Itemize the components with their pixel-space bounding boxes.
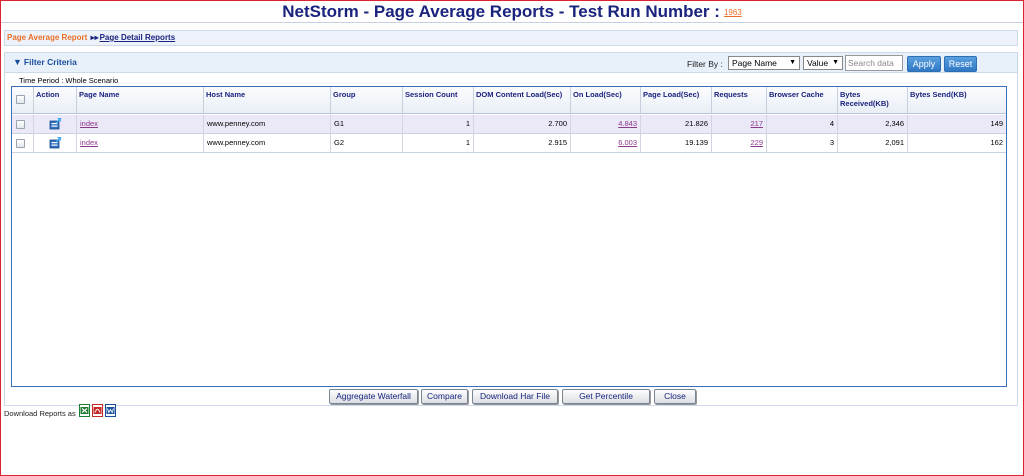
col-page-name[interactable]: Page Name bbox=[77, 87, 204, 113]
filter-field-select[interactable]: Page Name ▼ bbox=[728, 56, 800, 70]
search-input[interactable]: Search data bbox=[845, 55, 903, 71]
chevron-down-icon: ▼ bbox=[832, 59, 839, 66]
filter-criteria-label: Filter Criteria bbox=[23, 57, 77, 67]
page-name-cell: index bbox=[77, 134, 204, 152]
bytes-send-cell: 149 bbox=[990, 119, 1003, 128]
col-page-load[interactable]: Page Load(Sec) bbox=[641, 87, 712, 113]
row-select-cell bbox=[12, 115, 34, 133]
breadcrumb-current: Page Average Report bbox=[7, 33, 88, 42]
bytes-send-cell: 162 bbox=[990, 138, 1003, 147]
pdf-icon[interactable] bbox=[92, 404, 103, 417]
reset-button[interactable]: Reset bbox=[944, 56, 977, 72]
col-group[interactable]: Group bbox=[331, 87, 403, 113]
waterfall-action-icon[interactable] bbox=[49, 118, 62, 130]
requests-cell: 229 bbox=[712, 134, 767, 152]
bytes-received-cell: 2,091 bbox=[838, 134, 908, 152]
get-percentile-button[interactable]: Get Percentile bbox=[562, 389, 650, 404]
excel-icon[interactable] bbox=[79, 404, 90, 417]
col-browser-cache[interactable]: Browser Cache bbox=[767, 87, 838, 113]
bytes-received-cell: 2,346 bbox=[838, 115, 908, 133]
page-average-table: Action Page Name Host Name Group Session… bbox=[11, 86, 1007, 387]
col-bytes-send[interactable]: Bytes Send(KB) bbox=[908, 87, 1006, 113]
host-name-cell: www.penney.com bbox=[204, 134, 331, 152]
page-name-link[interactable]: index bbox=[80, 119, 98, 128]
test-run-number-link[interactable]: 1963 bbox=[724, 8, 742, 17]
session-count-cell: 1 bbox=[403, 115, 474, 133]
table-row[interactable]: index www.penney.com G2 1 2.915 6.003 19… bbox=[12, 134, 1006, 153]
breadcrumb-page-detail-link[interactable]: Page Detail Reports bbox=[100, 33, 176, 42]
aggregate-waterfall-button[interactable]: Aggregate Waterfall bbox=[329, 389, 418, 404]
requests-link[interactable]: 217 bbox=[750, 119, 763, 128]
select-all-checkbox[interactable] bbox=[16, 95, 25, 104]
filter-bar: ▼ Filter Criteria Filter By : Page Name ▼ … bbox=[5, 53, 1017, 73]
row-checkbox[interactable] bbox=[16, 120, 25, 129]
time-period-text: Time Period : Whole Scenario bbox=[19, 76, 119, 85]
apply-button[interactable]: Apply bbox=[907, 56, 941, 72]
dom-content-load-cell: 2.700 bbox=[474, 115, 571, 133]
col-on-load[interactable]: On Load(Sec) bbox=[571, 87, 641, 113]
on-load-cell: 6.003 bbox=[571, 134, 641, 152]
compare-button[interactable]: Compare bbox=[421, 389, 468, 404]
group-cell: G1 bbox=[331, 115, 403, 133]
word-icon[interactable] bbox=[105, 404, 116, 417]
col-host-name[interactable]: Host Name bbox=[204, 87, 331, 113]
chevron-down-icon: ▼ bbox=[789, 59, 796, 66]
col-dom-content-load[interactable]: DOM Content Load(Sec) bbox=[474, 87, 571, 113]
filter-by-label: Filter By : bbox=[687, 59, 723, 69]
table-header: Action Page Name Host Name Group Session… bbox=[12, 87, 1006, 114]
session-count-cell: 1 bbox=[403, 134, 474, 152]
requests-cell: 217 bbox=[712, 115, 767, 133]
breadcrumb: Page Average Report ▸▸Page Detail Report… bbox=[4, 30, 1018, 46]
waterfall-action-icon[interactable] bbox=[49, 137, 62, 149]
filter-field-value: Page Name bbox=[732, 58, 777, 68]
on-load-link[interactable]: 4.843 bbox=[618, 119, 637, 128]
col-action[interactable]: Action bbox=[34, 87, 77, 113]
header-select-cell bbox=[12, 87, 34, 113]
filter-value-select[interactable]: Value ▼ bbox=[803, 56, 843, 70]
page-name-cell: index bbox=[77, 115, 204, 133]
close-button[interactable]: Close bbox=[654, 389, 696, 404]
action-cell bbox=[34, 115, 77, 133]
dom-content-load-cell: 2.915 bbox=[474, 134, 571, 152]
download-har-button[interactable]: Download Har File bbox=[472, 389, 558, 404]
page-load-cell: 21.826 bbox=[641, 115, 712, 133]
title-divider bbox=[1, 22, 1023, 23]
col-requests[interactable]: Requests bbox=[712, 87, 767, 113]
triangle-down-icon: ▼ bbox=[13, 57, 22, 67]
row-checkbox[interactable] bbox=[16, 139, 25, 148]
requests-link[interactable]: 229 bbox=[750, 138, 763, 147]
host-name-cell: www.penney.com bbox=[204, 115, 331, 133]
browser-cache-cell: 4 bbox=[767, 115, 838, 133]
on-load-link[interactable]: 6.003 bbox=[618, 138, 637, 147]
page-name-link[interactable]: index bbox=[80, 138, 98, 147]
col-session-count[interactable]: Session Count bbox=[403, 87, 474, 113]
breadcrumb-separator-icon: ▸▸ bbox=[90, 33, 99, 42]
filter-value-value: Value bbox=[807, 58, 829, 68]
row-select-cell bbox=[12, 134, 34, 152]
filter-criteria-toggle[interactable]: ▼ Filter Criteria bbox=[13, 57, 77, 67]
browser-cache-cell: 3 bbox=[767, 134, 838, 152]
group-cell: G2 bbox=[331, 134, 403, 152]
page-title-text: NetStorm - Page Average Reports - Test R… bbox=[282, 2, 720, 21]
table-row[interactable]: index www.penney.com G1 1 2.700 4.843 21… bbox=[12, 115, 1006, 134]
col-bytes-received[interactable]: Bytes Received(KB) bbox=[838, 87, 908, 113]
on-load-cell: 4.843 bbox=[571, 115, 641, 133]
page-load-cell: 19.139 bbox=[641, 134, 712, 152]
report-panel: ▼ Filter Criteria Filter By : Page Name ▼ … bbox=[4, 52, 1018, 406]
download-reports-label: Download Reports as bbox=[4, 409, 76, 418]
action-cell bbox=[34, 134, 77, 152]
page-title: NetStorm - Page Average Reports - Test R… bbox=[0, 2, 1024, 22]
